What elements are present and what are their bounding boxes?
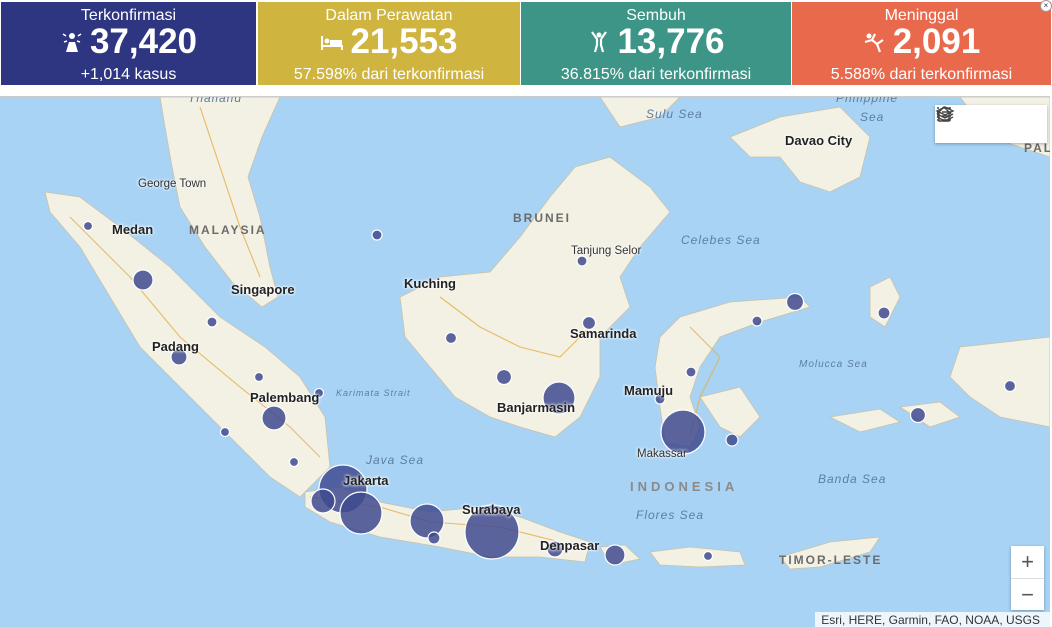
sea-label-molucca: Molucca Sea (799, 359, 868, 370)
city-label-surabaya: Surabaya (462, 502, 521, 517)
confirmed-sub: +1,014 kasus (80, 66, 177, 83)
zoom-out-button[interactable]: − (1011, 578, 1044, 611)
country-label-thailand: Thailand (188, 96, 243, 105)
city-label-samarinda: Samarinda (570, 326, 637, 341)
falling-person-icon (864, 33, 884, 53)
sea-label-sulu: Sulu Sea (646, 107, 703, 121)
deaths-sub: 5.588% dari terkonfirmasi (830, 66, 1013, 83)
sea-label-flores: Flores Sea (636, 508, 705, 522)
city-label-davao: Davao City (785, 133, 853, 148)
country-label-indonesia: INDONESIA (630, 479, 739, 494)
country-label-philippine: Philippine (836, 96, 899, 105)
zoom-in-button[interactable]: + (1011, 546, 1044, 578)
recovered-sub: 36.815% dari terkonfirmasi (560, 66, 752, 83)
city-label-tanjung-selor: Tanjung Selor (571, 245, 642, 257)
close-icon[interactable]: × (1040, 0, 1052, 12)
city-label-denpasar: Denpasar (540, 538, 600, 553)
city-label-kuching: Kuching (404, 276, 456, 291)
layers-button[interactable] (935, 105, 1047, 143)
city-label-padang: Padang (152, 339, 199, 354)
city-label-palembang: Palembang (250, 390, 320, 405)
sea-label-sea: Sea (860, 110, 885, 124)
treated-sub: 57.598% dari terkonfirmasi (293, 66, 485, 83)
sea-label-java: Java Sea (366, 453, 425, 467)
city-label-george-town: George Town (138, 178, 207, 190)
deaths-value: 2,091 (892, 22, 981, 61)
map-toolbar (935, 105, 1047, 143)
country-label-brunei: BRUNEI (513, 211, 572, 225)
layers-icon (935, 106, 955, 122)
confirmed-value: 37,420 (89, 22, 198, 61)
recovered-value: 13,776 (617, 22, 725, 61)
sea-label-banda: Banda Sea (818, 472, 887, 486)
city-label-banjarmasin: Banjarmasin (497, 400, 576, 415)
deaths-card: Meninggal 2,091 5.588% dari terkonfirmas… (792, 2, 1051, 85)
country-label-timor-leste: TIMOR-LESTE (779, 553, 883, 567)
sea-label-celebes: Celebes Sea (681, 233, 761, 247)
virus-person-icon (62, 33, 82, 52)
country-label-malaysia: MALAYSIA (189, 223, 267, 237)
city-label-makassar: Makassar (637, 448, 687, 460)
recovered-card: Sembuh 13,776 36.815% dari terkonfirmasi (521, 2, 791, 85)
map-attribution: Esri, HERE, Garmin, FAO, NOAA, USGS (815, 612, 1050, 627)
city-label-jakarta: Jakarta (343, 473, 389, 488)
treated-card: Dalam Perawatan 21,553 57.598% dari terk… (258, 2, 520, 85)
stats-bar: Terkonfirmasi 37,420 +1,014 kasus Dalam … (0, 0, 1052, 86)
city-label-singapore: Singapore (231, 282, 295, 297)
treated-value: 21,553 (350, 22, 458, 61)
city-label-medan: Medan (112, 222, 154, 237)
celebrating-person-icon (591, 31, 608, 53)
country-label-pal: PAL (1024, 141, 1050, 155)
hospital-bed-icon (321, 36, 344, 50)
zoom-control: + − (1011, 546, 1044, 610)
confirmed-card: Terkonfirmasi 37,420 +1,014 kasus (1, 2, 256, 85)
sea-label-karimata: Karimata Strait (336, 388, 411, 398)
legend-button[interactable] (937, 105, 1009, 143)
map-view[interactable]: Medan George Town Singapore Padang Palem… (0, 96, 1050, 627)
basemap (44, 97, 1050, 570)
city-label-mamuju: Mamuju (624, 383, 674, 398)
